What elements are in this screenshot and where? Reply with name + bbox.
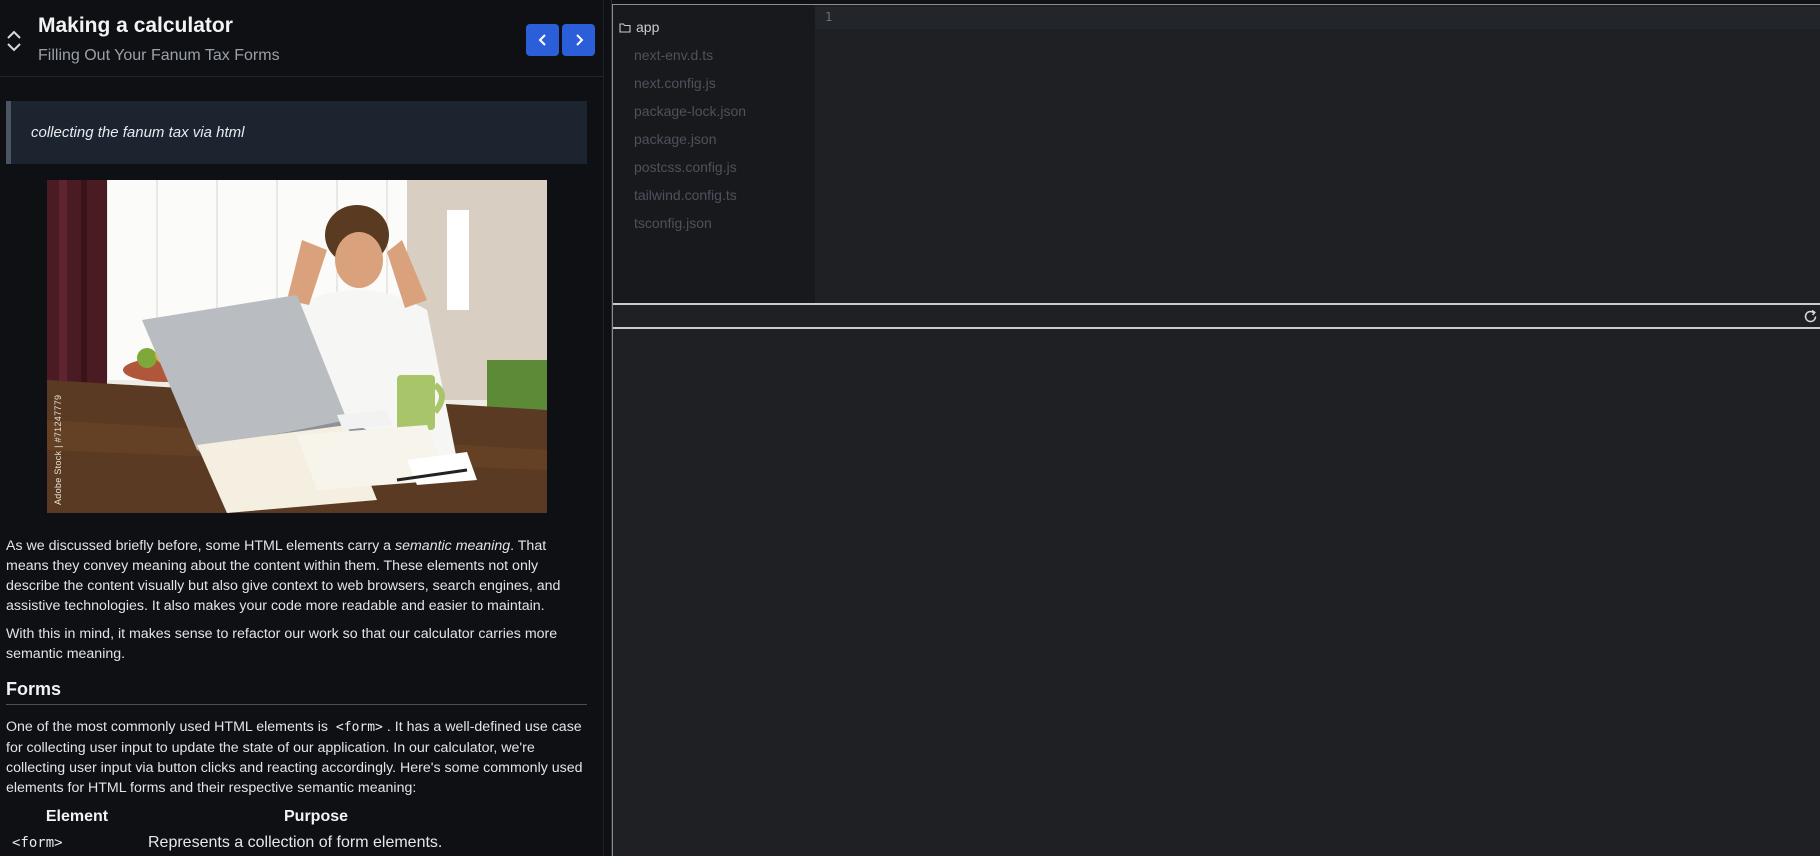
table-cell-purpose: Represents a collection of form elements… [148,834,443,851]
file-item[interactable]: package.json [634,131,717,147]
panel-splitter[interactable] [603,0,612,856]
paragraph-forms: One of the most commonly used HTML eleme… [6,717,589,798]
file-item[interactable]: tsconfig.json [634,215,712,231]
active-line [815,7,1820,29]
code-editor[interactable]: 1 [815,5,1820,303]
chevron-up-down-icon[interactable] [5,28,23,54]
lesson-illustration [47,180,547,513]
file-item[interactable]: package-lock.json [634,103,746,119]
paragraph-semantic-meaning: As we discussed briefly before, some HTM… [6,536,589,616]
folder-label: app [636,19,660,35]
table-row: <form> Represents a collection of form e… [6,832,589,854]
lesson-panel: Making a calculator Filling Out Your Fan… [0,0,603,856]
lesson-title: Making a calculator [38,14,233,37]
preview-toolbar [613,303,1820,329]
file-item[interactable]: postcss.config.js [634,159,737,175]
text-span: One of the most commonly used HTML eleme… [6,719,332,735]
next-lesson-button[interactable] [562,24,595,56]
table-cell-element: <form> [12,835,63,851]
lesson-subtitle: Filling Out Your Fanum Tax Forms [38,47,280,64]
line-number: 1 [825,10,833,24]
image-credit: Adobe Stock | #71247779 [53,394,63,505]
form-elements-table: Element Purpose <form> Represents a coll… [6,806,589,854]
paragraph-refactor: With this in mind, it makes sense to ref… [6,626,558,662]
file-item[interactable]: tailwind.config.ts [634,187,737,203]
section-heading-forms: Forms [6,679,587,705]
file-item[interactable]: next-env.d.ts [634,47,713,63]
file-explorer: app next-env.d.ts next.config.js package… [613,5,815,303]
lesson-callout: collecting the fanum tax via html [6,101,587,164]
preview-pane [613,329,1820,856]
folder-icon [619,22,631,33]
chevron-left-icon [538,34,546,46]
refresh-icon[interactable] [1802,308,1819,325]
previous-lesson-button[interactable] [526,24,559,56]
text-span: As we discussed briefly before, some HTM… [6,538,395,554]
table-header-element: Element [45,808,109,825]
table-header-row: Element Purpose [6,806,589,832]
code-workspace: app next-env.d.ts next.config.js package… [612,4,1820,856]
inline-code: <form> [335,720,383,735]
emphasis-text: semantic meaning [395,538,511,554]
chevron-right-icon [575,34,583,46]
file-item[interactable]: next.config.js [634,75,716,91]
lesson-header: Making a calculator Filling Out Your Fan… [0,0,603,77]
folder-app[interactable]: app [619,19,659,35]
table-header-purpose: Purpose [284,808,349,825]
